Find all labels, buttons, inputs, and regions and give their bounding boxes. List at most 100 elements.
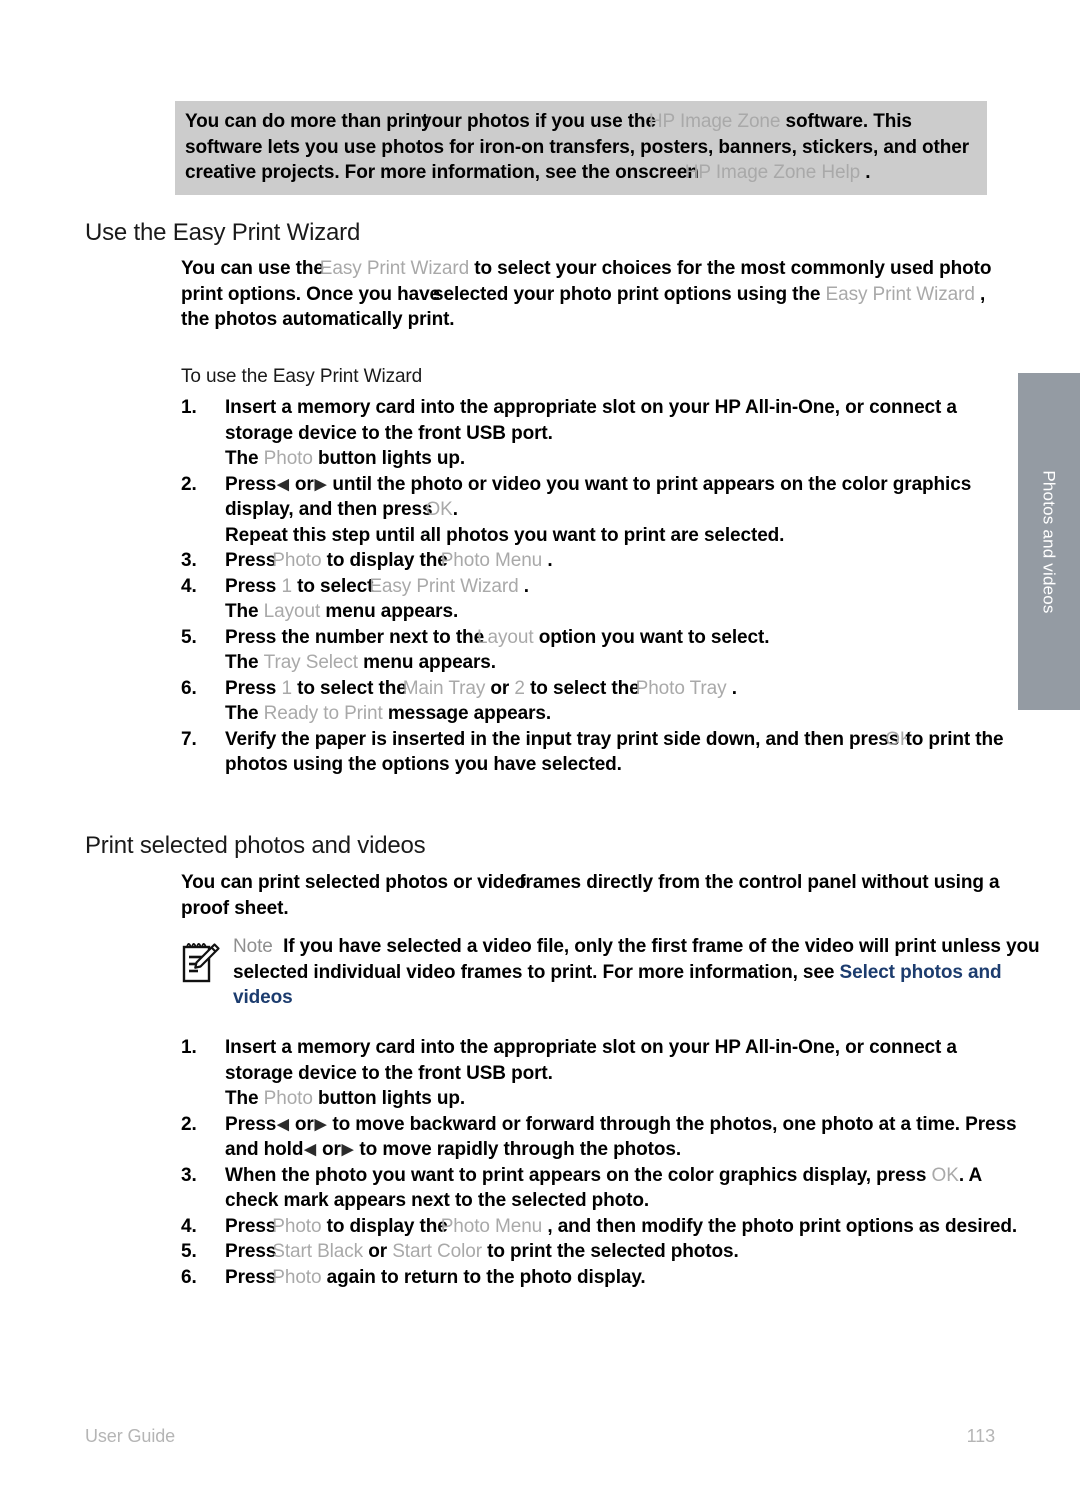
list-item: 6. PressPhoto again to return to the pho… xyxy=(181,1265,1026,1291)
step-extra: The Ready to Print message appears. xyxy=(225,701,1026,727)
step-text-a: Press xyxy=(225,550,277,571)
intro-ui-easy-print-wizard-2: Easy Print Wizard xyxy=(825,283,975,305)
list-item: 4. PressPhoto to display thePhoto Menu ,… xyxy=(181,1214,1026,1240)
callout-line1-c: software. This xyxy=(785,111,912,132)
notepad-pencil-icon xyxy=(181,938,221,986)
list-item: 5. Press the number next to theLayout op… xyxy=(181,625,1026,676)
step-text-a: When the photo you want to print appears… xyxy=(225,1164,927,1186)
step-extra-b: message appears. xyxy=(387,703,552,724)
list-item: 6. Press 1 to select theMain Tray or 2 t… xyxy=(181,676,1026,727)
step-extra-a: The xyxy=(225,1088,259,1109)
step-extra-a: The xyxy=(225,601,259,622)
step-number: 3. xyxy=(181,550,197,571)
step-text-a: Press xyxy=(225,1113,277,1135)
list-item: 5. PressStart Black or Start Color to pr… xyxy=(181,1239,1026,1265)
step-number: 4. xyxy=(181,575,197,597)
arrow-left-icon: ◀ xyxy=(277,475,289,493)
step-number: 6. xyxy=(181,677,197,699)
arrow-right-icon: ▶ xyxy=(341,1141,354,1158)
arrow-left-icon: ◀ xyxy=(277,1115,289,1133)
ui-term-number-2: 2 xyxy=(514,677,525,699)
step-extra: Repeat this step until all photos you wa… xyxy=(225,524,785,546)
step-text-a: Press xyxy=(225,677,277,699)
ui-term-layout: Layout xyxy=(263,601,321,622)
list-item: 7. Verify the paper is inserted in the i… xyxy=(181,727,1026,778)
intro-c: selected your photo print options using … xyxy=(433,283,821,305)
ui-term-photo: Photo xyxy=(272,1266,322,1288)
step-extra-b: button lights up. xyxy=(318,1088,466,1109)
step-text-a: Verify the paper is inserted in the inpu… xyxy=(225,728,900,750)
step-text-c: to move rapidly through the photos. xyxy=(359,1139,682,1160)
ui-term-ok: OK xyxy=(425,499,453,520)
step-or-2: or xyxy=(321,1139,341,1160)
step-extra-a: The xyxy=(225,652,259,673)
ui-term-ready-to-print: Ready to Print xyxy=(263,703,383,724)
step-text-b: to display the xyxy=(326,550,448,571)
callout-ui-hp-image-zone: HP Image Zone xyxy=(648,111,781,132)
step-number: 2. xyxy=(181,473,197,495)
intro-a: You can print selected photos or video xyxy=(181,872,527,893)
step-or-1: or xyxy=(294,1113,314,1135)
step-or: or xyxy=(294,473,314,495)
step-number: 3. xyxy=(181,1164,197,1186)
step-extra: The Photo button lights up. xyxy=(225,1086,1026,1112)
step-text-c: . xyxy=(547,550,553,571)
list-item: 3. When the photo you want to print appe… xyxy=(181,1163,1026,1214)
intro-ui-easy-print-wizard-1: Easy Print Wizard xyxy=(319,258,470,279)
subheading-to-use-the-easy-print-wizard: To use the Easy Print Wizard xyxy=(181,366,423,387)
note-label: Note xyxy=(233,936,273,957)
callout-line1-a: You can do more than print xyxy=(185,111,428,132)
intro-a: You can use the xyxy=(181,258,324,279)
callout-box: You can do more than printyour photos if… xyxy=(175,101,987,195)
callout-ui-hp-image-zone-help: HP Image Zone Help xyxy=(684,162,861,183)
ui-term-ok: OK xyxy=(931,1164,959,1186)
callout-line1-b: your photos if you use the xyxy=(421,111,656,132)
step-number: 7. xyxy=(181,728,197,750)
step-extra: The Tray Select menu appears. xyxy=(225,650,1026,676)
footer-left-label: User Guide xyxy=(85,1426,176,1446)
step-extra: The Photo button lights up. xyxy=(225,446,1026,472)
step-text-b: to display the xyxy=(326,1215,448,1237)
step-text-c: . xyxy=(523,575,529,597)
step-text-b: to select xyxy=(297,575,374,597)
step-extra-b: button lights up. xyxy=(318,448,466,469)
side-tab-photos-and-videos: Photos and videos xyxy=(1018,373,1080,710)
ui-term-photo: Photo xyxy=(263,1088,313,1109)
step-text: Insert a memory card into the appropriat… xyxy=(225,1037,957,1084)
step-number: 5. xyxy=(181,1241,197,1262)
step-number: 2. xyxy=(181,1113,197,1135)
list-item: 1. Insert a memory card into the appropr… xyxy=(181,1035,1026,1112)
arrow-right-icon: ▶ xyxy=(314,1115,327,1133)
steps-list-print-selected: 1. Insert a memory card into the appropr… xyxy=(181,1035,1026,1290)
step-text-b: until the photo or video you want to pri… xyxy=(225,473,972,521)
step-text-c: , and then modify the photo print option… xyxy=(547,1215,1018,1237)
list-item: 3. PressPhoto to display thePhoto Menu . xyxy=(181,548,1026,574)
step-text-a: Press xyxy=(225,1266,277,1288)
list-item: 2. Press◀ or▶ until the photo or video y… xyxy=(181,472,1026,549)
ui-term-easy-print-wizard: Easy Print Wizard xyxy=(369,575,519,597)
step-number: 4. xyxy=(181,1215,197,1237)
ui-term-photo: Photo xyxy=(272,1215,322,1237)
list-item: 1. Insert a memory card into the appropr… xyxy=(181,395,1026,472)
callout-line3-c: . xyxy=(865,162,871,183)
heading-print-selected-photos-and-videos: Print selected photos and videos xyxy=(85,832,426,859)
document-page: Photos and videos You can do more than p… xyxy=(0,0,1080,1495)
step-text-a: Press xyxy=(225,1215,277,1237)
callout-text: You can do more than printyour photos if… xyxy=(185,109,977,186)
arrow-right-icon: ▶ xyxy=(314,475,327,493)
ui-term-photo: Photo xyxy=(263,448,313,469)
ui-term-tray-select: Tray Select xyxy=(263,652,358,673)
note-text: Note If you have selected a video file, … xyxy=(233,934,1041,1011)
page-footer: User Guide 113 xyxy=(85,1426,995,1447)
step-text-b: to select the xyxy=(297,677,407,699)
ui-term-photo-tray: Photo Tray xyxy=(635,677,727,699)
step-extra-b: menu appears. xyxy=(363,652,496,673)
step-text-d: to select the xyxy=(530,677,640,699)
step-text-b: or xyxy=(368,1241,388,1262)
ui-term-photo-menu: Photo Menu xyxy=(440,550,543,571)
arrow-left-icon: ◀ xyxy=(304,1141,316,1158)
step-text: Insert a memory card into the appropriat… xyxy=(225,397,957,444)
step-number: 5. xyxy=(181,626,197,648)
step-number: 1. xyxy=(181,397,197,418)
ui-term-start-color: Start Color xyxy=(392,1241,482,1262)
